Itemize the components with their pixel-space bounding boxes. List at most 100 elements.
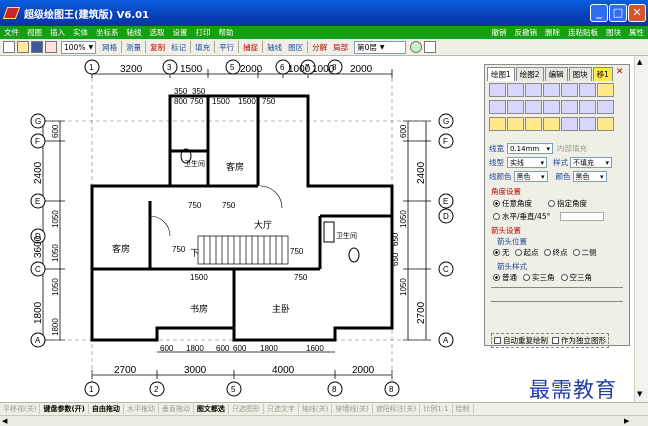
angle-input[interactable] [560, 212, 605, 221]
point-tool-icon[interactable] [579, 83, 596, 97]
rotate-tool-icon[interactable] [597, 117, 614, 131]
parallel-tool-icon[interactable] [489, 100, 506, 114]
copy-button[interactable]: 复制 [147, 42, 168, 53]
ellipse-tool-icon[interactable] [543, 100, 560, 114]
oval-tool-icon[interactable] [561, 100, 578, 114]
open-folder-icon[interactable] [17, 41, 29, 53]
arrow-end-radio[interactable] [543, 249, 551, 256]
explode-button[interactable]: 分解 [309, 42, 330, 53]
angle-any-radio[interactable] [493, 200, 500, 207]
menu-print[interactable]: 打印 [192, 27, 215, 38]
polygon-tool-icon[interactable] [543, 83, 560, 97]
status-scale[interactable]: 比例1:1 [420, 404, 453, 414]
menu-axis[interactable]: 轴线 [123, 27, 146, 38]
layer-select[interactable]: 第0层 ▼ [354, 40, 407, 54]
wall-tool-icon[interactable] [543, 117, 560, 131]
rectangle-tool-icon[interactable] [525, 83, 542, 97]
grid-tool-icon[interactable] [489, 117, 506, 131]
menu-coordinate[interactable]: 坐标系 [92, 27, 123, 38]
status-select-text[interactable]: 只选文字 [264, 404, 299, 414]
angle-hv-radio[interactable] [493, 213, 500, 220]
status-draw[interactable]: 绘制 [453, 404, 474, 414]
menu-select[interactable]: 选取 [146, 27, 169, 38]
snap-button[interactable]: 捕捉 [240, 42, 261, 53]
mark-button[interactable]: 标记 [168, 42, 189, 53]
auto-repeat-checkbox[interactable] [494, 337, 501, 344]
menu-redo[interactable]: 反撤销 [511, 27, 542, 38]
status-wall[interactable]: 穿墙线(关) [332, 404, 373, 414]
arrow-solid-radio[interactable] [523, 274, 530, 281]
angle-tool-icon[interactable] [579, 117, 596, 131]
style-select[interactable]: 不填充 ▾ [570, 157, 612, 168]
measure-button[interactable]: 测量 [123, 42, 144, 53]
tab-draw2[interactable]: 绘图2 [515, 67, 544, 81]
close-button[interactable]: ✕ [628, 4, 646, 22]
horizontal-scrollbar[interactable]: ◀ ▶ [0, 415, 648, 426]
arrow-start-radio[interactable] [514, 249, 522, 256]
menu-file[interactable]: 文件 [0, 27, 23, 38]
line-tool-icon[interactable] [489, 83, 506, 97]
refresh-icon[interactable] [410, 41, 423, 53]
save-icon[interactable] [31, 41, 43, 53]
eraser-tool-icon[interactable] [597, 83, 614, 97]
paint-icon[interactable] [45, 41, 57, 53]
tab-move[interactable]: 移1 [592, 67, 613, 81]
curve-tool-icon[interactable] [525, 100, 542, 114]
text-tool-icon[interactable] [507, 117, 524, 131]
status-free-drag[interactable]: 自由拖动 [89, 404, 124, 414]
menu-settings[interactable]: 设置 [169, 27, 192, 38]
tab-block[interactable]: 图块 [568, 67, 592, 81]
status-shade[interactable]: 遮阳标注(关) [373, 404, 421, 414]
status-axis[interactable]: 轴线(关) [299, 404, 333, 414]
axis-button[interactable]: 轴线 [264, 42, 285, 53]
line-width-select[interactable]: 0.14mm ▾ [507, 143, 553, 154]
vertical-scrollbar[interactable]: ▲ ▼ [634, 56, 648, 402]
local-button[interactable]: 局部 [330, 42, 351, 53]
menu-block[interactable]: 图块 [602, 27, 625, 38]
close-icon[interactable]: ✕ [616, 67, 624, 81]
independent-checkbox[interactable] [552, 337, 559, 344]
menu-delete[interactable]: 删除 [541, 27, 564, 38]
scroll-up-icon[interactable]: ▲ [637, 58, 642, 66]
menu-entity[interactable]: 实体 [69, 27, 92, 38]
status-select-all[interactable]: 图文都选 [194, 404, 229, 414]
arrow-none-radio[interactable] [493, 249, 500, 256]
scroll-right-icon[interactable]: ▶ [624, 417, 629, 425]
status-pan[interactable]: 平移视(关) [0, 404, 41, 414]
arc-tool-icon[interactable] [579, 100, 596, 114]
arrow-normal-radio[interactable] [493, 274, 500, 281]
tab-edit[interactable]: 编辑 [544, 67, 568, 81]
zoom-select[interactable]: 100% ▼ [61, 40, 97, 54]
polyline-tool-icon[interactable] [507, 83, 524, 97]
scroll-left-icon[interactable]: ◀ [2, 417, 7, 425]
arrow-tool-icon[interactable] [597, 100, 614, 114]
measure-tool-icon[interactable] [561, 117, 578, 131]
menu-undo[interactable]: 撤销 [488, 27, 511, 38]
parallel-button[interactable]: 平行 [216, 42, 237, 53]
color-select[interactable]: 黑色 ▾ [572, 171, 607, 182]
maximize-button[interactable]: □ [609, 4, 627, 22]
status-keyboard[interactable]: 键盘参数(开) [40, 404, 89, 414]
preview-icon[interactable] [424, 41, 437, 53]
new-file-icon[interactable] [3, 41, 15, 53]
arrow-hollow-radio[interactable] [560, 274, 568, 281]
table-tool-icon[interactable] [525, 117, 542, 131]
menu-properties[interactable]: 属性 [625, 27, 648, 38]
status-v-drag[interactable]: 垂直拖动 [159, 404, 194, 414]
menu-help[interactable]: 帮助 [215, 27, 238, 38]
menu-view[interactable]: 视图 [23, 27, 46, 38]
arrow-both-radio[interactable] [572, 249, 580, 256]
dashed-tool-icon[interactable] [507, 100, 524, 114]
grid-button[interactable]: 网格 [99, 42, 120, 53]
menu-clipboard[interactable]: 连粘贴板 [564, 27, 602, 38]
scroll-down-icon[interactable]: ▼ [637, 390, 642, 398]
minimize-button[interactable]: _ [590, 4, 608, 22]
status-select-graphics[interactable]: 只选图形 [229, 404, 264, 414]
menu-insert[interactable]: 插入 [46, 27, 69, 38]
line-type-select[interactable]: 实线 ▾ [507, 157, 547, 168]
tab-draw1[interactable]: 绘图1 [487, 67, 515, 81]
area-button[interactable]: 图区 [285, 42, 306, 53]
status-h-drag[interactable]: 水平拖动 [124, 404, 159, 414]
line-color-select[interactable]: 黑色 ▾ [513, 171, 548, 182]
fill-button[interactable]: 填充 [192, 42, 213, 53]
